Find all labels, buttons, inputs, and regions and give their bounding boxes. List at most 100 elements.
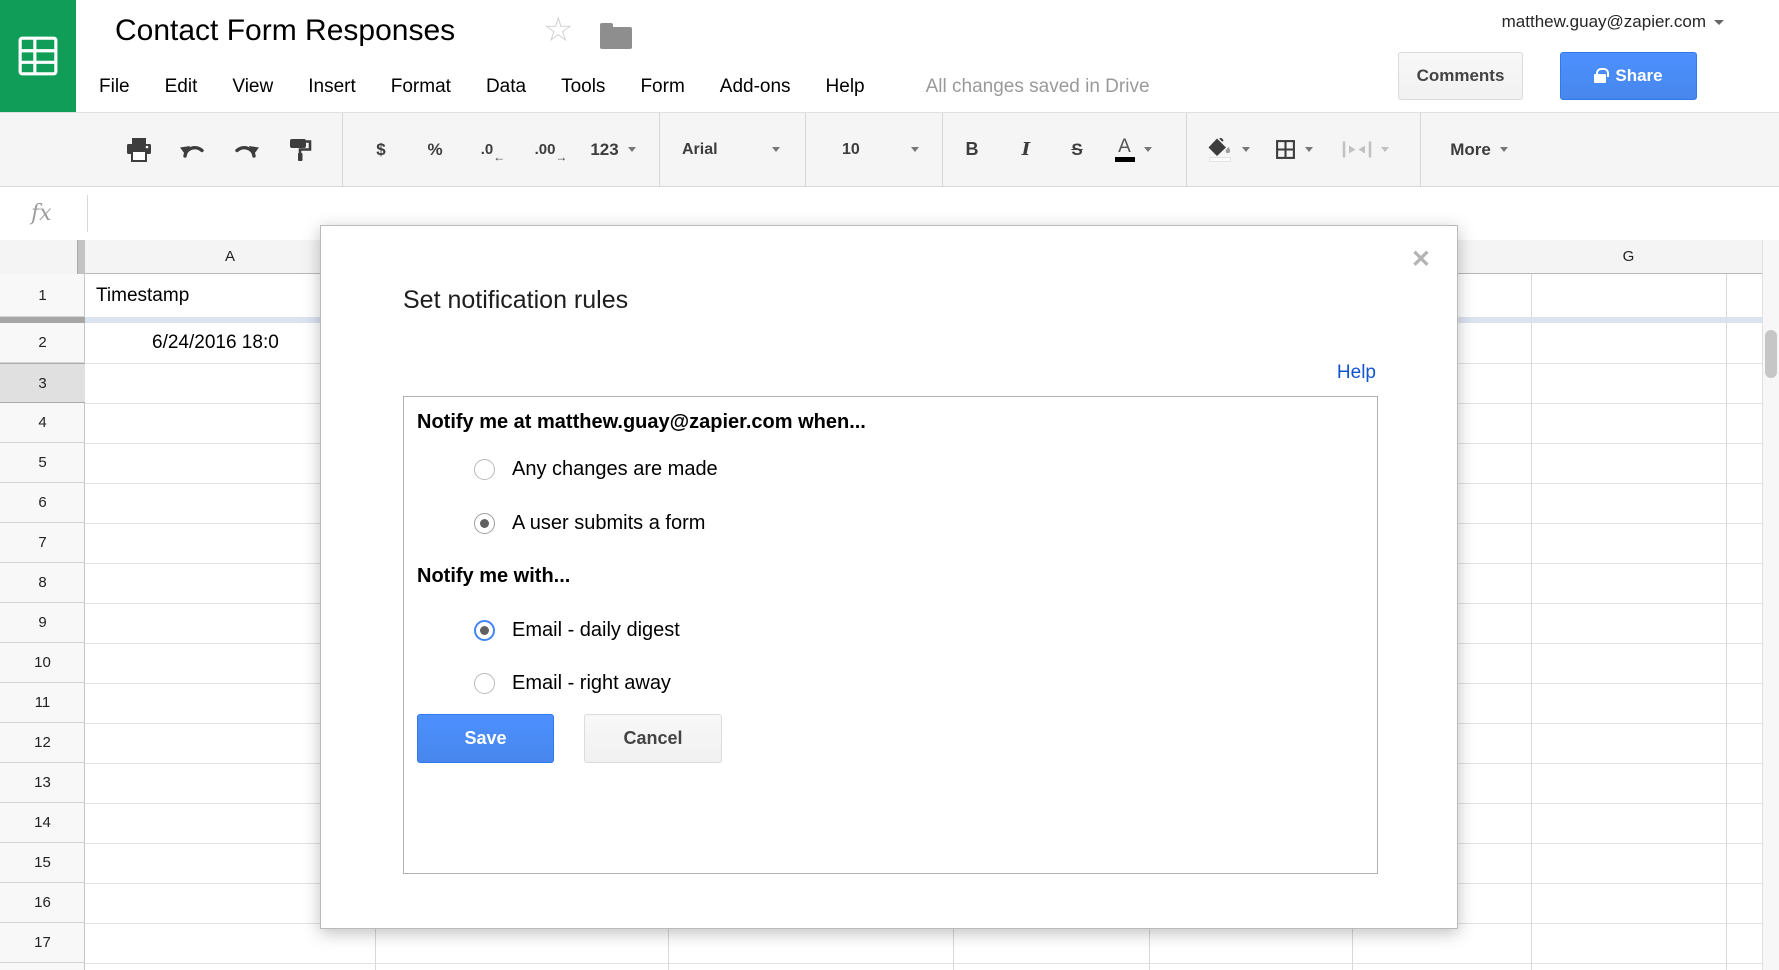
close-icon[interactable]: ✕ <box>1411 248 1431 272</box>
row-header-13[interactable]: 13 <box>0 763 85 803</box>
row-header-16[interactable]: 16 <box>0 883 85 923</box>
menu-format[interactable]: Format <box>391 70 468 104</box>
radio-label-email-right-away[interactable]: Email - right away <box>512 672 671 695</box>
menu-file[interactable]: File <box>99 70 147 104</box>
borders-button[interactable] <box>1263 128 1325 172</box>
cancel-button[interactable]: Cancel <box>584 714 722 763</box>
menu-add-ons[interactable]: Add-ons <box>720 70 808 104</box>
menu-form[interactable]: Form <box>640 70 701 104</box>
row-header-5[interactable]: 5 <box>0 443 85 483</box>
cell-A2[interactable]: 6/24/2016 18:0 <box>85 323 320 363</box>
radio-label-any-changes-are-made[interactable]: Any changes are made <box>512 458 718 481</box>
menu-insert[interactable]: Insert <box>308 70 373 104</box>
freeze-handle[interactable] <box>77 240 85 274</box>
menu-data[interactable]: Data <box>486 70 543 104</box>
row-header-14[interactable]: 14 <box>0 803 85 843</box>
lock-icon <box>1594 74 1606 83</box>
row-header-10[interactable]: 10 <box>0 643 85 683</box>
row-header-2[interactable]: 2 <box>0 323 85 363</box>
borders-icon <box>1275 139 1296 160</box>
strikethrough-button[interactable]: S <box>1055 128 1099 172</box>
sheets-grid-icon <box>17 35 59 77</box>
number-format-menu[interactable]: 123 <box>581 128 645 172</box>
radio-any-changes-are-made[interactable] <box>474 459 495 480</box>
share-button[interactable]: Share <box>1560 52 1697 100</box>
increase-decimal-button[interactable]: .00→ <box>519 128 571 172</box>
radio-row-email-daily-digest: Email - daily digest <box>474 608 680 652</box>
row-header-12[interactable]: 12 <box>0 723 85 763</box>
radio-label-email-daily-digest[interactable]: Email - daily digest <box>512 619 680 642</box>
row-header-3[interactable]: 3 <box>0 363 85 403</box>
row-header-6[interactable]: 6 <box>0 483 85 523</box>
row-header-4[interactable]: 4 <box>0 403 85 443</box>
undo-button[interactable] <box>171 128 215 172</box>
font-family-value: Arial <box>682 141 718 159</box>
row-header-1[interactable]: 1 <box>0 274 85 317</box>
cell-A1[interactable]: Timestamp <box>85 274 320 317</box>
chevron-down-icon <box>1242 147 1250 152</box>
font-size-select[interactable]: 10 <box>816 128 931 172</box>
redo-icon <box>232 140 260 159</box>
font-size-value: 10 <box>842 141 860 159</box>
menu-tools[interactable]: Tools <box>561 70 622 104</box>
grid-line <box>1531 240 1532 970</box>
chevron-down-icon <box>1500 147 1508 152</box>
fill-color-button[interactable] <box>1197 128 1259 172</box>
row-header-9[interactable]: 9 <box>0 603 85 643</box>
help-link[interactable]: Help <box>1337 362 1376 384</box>
app-header: Contact Form Responses ☆ File Edit View Ins… <box>0 0 1779 112</box>
folder-icon[interactable] <box>600 27 632 49</box>
dialog-title: Set notification rules <box>403 286 628 315</box>
chevron-down-icon <box>628 147 636 152</box>
fx-icon: fx <box>31 201 52 226</box>
row-header-11[interactable]: 11 <box>0 683 85 723</box>
number-format-label: 123 <box>590 140 618 160</box>
vertical-scrollbar[interactable] <box>1762 240 1779 970</box>
merge-cells-icon <box>1342 140 1372 159</box>
row-header-15[interactable]: 15 <box>0 843 85 883</box>
sheets-logo[interactable] <box>0 0 76 112</box>
star-icon[interactable]: ☆ <box>543 8 573 52</box>
print-icon <box>126 138 152 162</box>
menu-edit[interactable]: Edit <box>165 70 215 104</box>
italic-button[interactable]: I <box>1004 128 1048 172</box>
paint-format-button[interactable] <box>278 128 322 172</box>
account-email: matthew.guay@zapier.com <box>1502 12 1706 32</box>
merge-cells-button[interactable] <box>1329 128 1401 172</box>
row-header-7[interactable]: 7 <box>0 523 85 563</box>
account-menu[interactable]: matthew.guay@zapier.com <box>1502 12 1724 32</box>
row-header-8[interactable]: 8 <box>0 563 85 603</box>
frozen-row-divider-handle[interactable] <box>0 317 85 323</box>
notify-with-heading: Notify me with... <box>417 565 570 588</box>
column-header-G[interactable]: G <box>1531 240 1726 274</box>
radio-label-a-user-submits-a-form[interactable]: A user submits a form <box>512 512 705 535</box>
radio-a-user-submits-a-form[interactable] <box>474 513 495 534</box>
scrollbar-thumb[interactable] <box>1765 330 1777 378</box>
format-currency-button[interactable]: $ <box>359 128 403 172</box>
decrease-decimal-button[interactable]: .0← <box>465 128 509 172</box>
strikethrough-label: S <box>1071 140 1082 160</box>
more-button[interactable]: More <box>1433 128 1525 172</box>
document-title[interactable]: Contact Form Responses <box>115 14 455 48</box>
print-button[interactable] <box>117 128 161 172</box>
radio-email-daily-digest[interactable] <box>474 620 495 641</box>
save-button[interactable]: Save <box>417 714 554 763</box>
chevron-down-icon <box>1144 147 1152 152</box>
radio-email-right-away[interactable] <box>474 673 495 694</box>
text-color-button[interactable]: A <box>1105 128 1161 172</box>
select-all-corner[interactable] <box>0 240 85 274</box>
row-header-17[interactable]: 17 <box>0 923 85 963</box>
format-percent-button[interactable]: % <box>413 128 457 172</box>
font-family-select[interactable]: Arial <box>670 128 790 172</box>
decrease-decimal-label: .0← <box>481 141 494 158</box>
menu-help[interactable]: Help <box>826 70 882 104</box>
radio-row-a-user-submits-a-form: A user submits a form <box>474 501 705 545</box>
paint-roller-icon <box>289 138 312 161</box>
comments-button[interactable]: Comments <box>1398 52 1523 100</box>
redo-button[interactable] <box>224 128 268 172</box>
bold-button[interactable]: B <box>950 128 994 172</box>
chevron-down-icon <box>772 147 780 152</box>
undo-icon <box>179 140 207 159</box>
italic-label: I <box>1022 139 1030 160</box>
menu-view[interactable]: View <box>232 70 290 104</box>
